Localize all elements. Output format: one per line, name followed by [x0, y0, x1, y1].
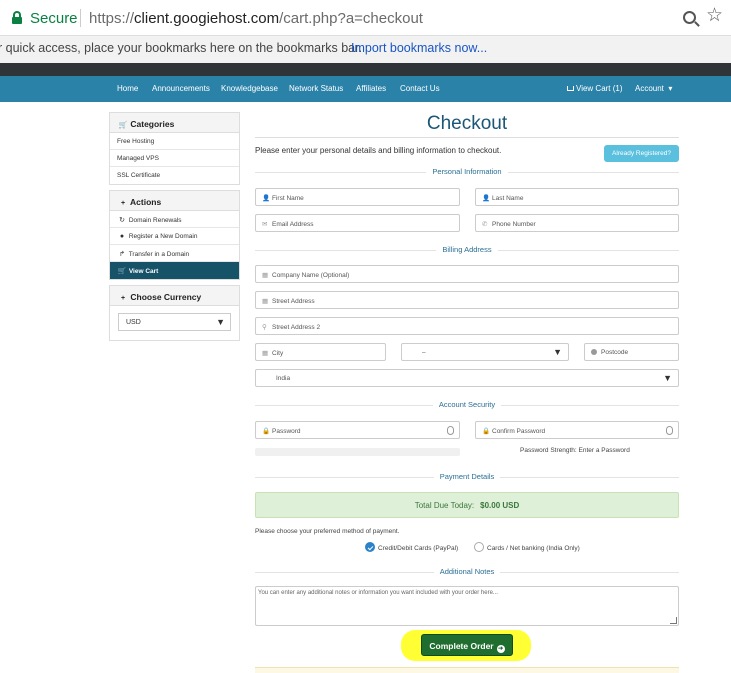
section-additional-notes: Additional Notes: [255, 567, 679, 577]
street-address-2-field[interactable]: ⚲ Street Address 2: [255, 317, 679, 335]
bottom-alert-box: [255, 667, 679, 673]
currency-panel: + Choose Currency USD ▼: [109, 285, 240, 341]
postcode-field[interactable]: Postcode: [584, 343, 679, 361]
envelope-icon: ✉: [262, 221, 268, 228]
password-strength-bar: [255, 448, 460, 456]
share-icon: ↱: [119, 251, 125, 258]
chevron-down-icon: ▼: [216, 317, 225, 327]
password-field[interactable]: 🔒 Password: [255, 421, 460, 439]
complete-order-button[interactable]: Complete Order ➜: [421, 634, 513, 656]
bookmarks-bar: r quick access, place your bookmarks her…: [0, 36, 731, 63]
globe-icon: ●: [119, 233, 125, 240]
plus-icon: +: [120, 200, 126, 207]
category-item[interactable]: Managed VPS: [110, 150, 239, 167]
action-domain-renewals[interactable]: ↻ Domain Renewals: [110, 211, 239, 228]
lock-icon: 🔒: [482, 428, 491, 435]
actions-header: + Actions: [110, 191, 239, 211]
radio-checked-icon[interactable]: [365, 542, 375, 552]
nav-account[interactable]: Account ▾: [635, 84, 672, 93]
nav-announcements[interactable]: Announcements: [152, 84, 210, 93]
user-icon: 👤: [482, 195, 491, 202]
company-field[interactable]: ▦ Company Name (Optional): [255, 265, 679, 283]
state-select[interactable]: – ▼: [401, 343, 569, 361]
category-item[interactable]: Free Hosting: [110, 133, 239, 150]
password-strength-text: Password Strength: Enter a Password: [520, 447, 630, 454]
total-label: Total Due Today:: [414, 501, 475, 510]
building-icon: ▦: [262, 298, 269, 305]
cart-icon: 🛒: [117, 268, 127, 275]
section-personal-info: Personal Information: [255, 167, 679, 177]
resize-handle-icon[interactable]: [670, 617, 677, 624]
categories-panel: 🛒 Categories Free Hosting Managed VPS SS…: [109, 112, 240, 185]
arrow-circle-right-icon: ➜: [496, 645, 505, 653]
key-icon[interactable]: [666, 426, 673, 435]
title-divider: [255, 137, 679, 138]
page-title: Checkout: [426, 113, 508, 134]
bookmark-star-icon[interactable]: ☆: [706, 6, 723, 25]
chevron-down-icon: ▼: [553, 347, 562, 357]
section-account-security: Account Security: [255, 400, 679, 410]
building-icon: ▦: [262, 272, 269, 279]
refresh-icon: ↻: [119, 217, 125, 224]
nav-knowledgebase[interactable]: Knowledgebase: [221, 84, 278, 93]
cart-icon: 🛒: [118, 122, 128, 129]
total-due-box: Total Due Today: $0.00 USD: [255, 492, 679, 518]
first-name-field[interactable]: 👤 First Name: [255, 188, 460, 206]
notes-textarea[interactable]: You can enter any additional notes or in…: [255, 586, 679, 626]
street-address-field[interactable]: ▦ Street Address: [255, 291, 679, 309]
top-header-strip: [0, 63, 731, 76]
chevron-down-icon: ▼: [663, 373, 672, 383]
last-name-field[interactable]: 👤 Last Name: [475, 188, 679, 206]
lock-icon: 🔒: [262, 428, 271, 435]
phone-field[interactable]: ✆ Phone Number: [475, 214, 679, 232]
url-text[interactable]: https://client.googiehost.com/cart.php?a…: [89, 10, 423, 27]
cart-icon: [567, 86, 574, 91]
payment-option-netbanking[interactable]: Cards / Net banking (India Only): [474, 542, 580, 552]
checkout-intro: Please enter your personal details and b…: [255, 146, 502, 155]
city-field[interactable]: ▦ City: [255, 343, 386, 361]
action-view-cart[interactable]: 🛒 View Cart: [110, 262, 239, 279]
import-bookmarks-link[interactable]: Import bookmarks now...: [351, 41, 487, 55]
section-payment-details: Payment Details: [255, 472, 679, 482]
key-icon[interactable]: [447, 426, 454, 435]
category-item[interactable]: SSL Certificate: [110, 167, 239, 184]
already-registered-button[interactable]: Already Registered?: [604, 145, 679, 162]
action-transfer-domain[interactable]: ↱ Transfer in a Domain: [110, 245, 239, 262]
zoom-icon[interactable]: [683, 11, 696, 24]
actions-panel: + Actions ↻ Domain Renewals ● Register a…: [109, 190, 240, 280]
section-billing-address: Billing Address: [255, 245, 679, 255]
browser-address-bar[interactable]: Secure https://client.googiehost.com/car…: [0, 0, 731, 36]
url-divider: [80, 9, 81, 27]
lock-icon: [12, 11, 22, 24]
user-icon: 👤: [262, 195, 271, 202]
currency-select[interactable]: USD ▼: [118, 313, 231, 331]
email-field[interactable]: ✉ Email Address: [255, 214, 460, 232]
map-marker-icon: ⚲: [262, 324, 267, 331]
payment-prompt: Please choose your preferred method of p…: [255, 528, 400, 535]
nav-affiliates[interactable]: Affiliates: [356, 84, 386, 93]
nav-contact[interactable]: Contact Us: [400, 84, 440, 93]
postcode-icon: [591, 349, 597, 355]
payment-option-paypal[interactable]: Credit/Debit Cards (PayPal): [365, 542, 458, 552]
bookmarks-hint: r quick access, place your bookmarks her…: [0, 41, 363, 55]
total-value: $0.00 USD: [480, 501, 520, 510]
plus-icon: +: [120, 295, 126, 302]
radio-unchecked-icon[interactable]: [474, 542, 484, 552]
nav-view-cart[interactable]: View Cart (1): [567, 84, 623, 93]
confirm-password-field[interactable]: 🔒 Confirm Password: [475, 421, 679, 439]
nav-home[interactable]: Home: [117, 84, 138, 93]
country-select[interactable]: India ▼: [255, 369, 679, 387]
nav-network-status[interactable]: Network Status: [289, 84, 343, 93]
building-icon: ▦: [262, 350, 269, 357]
categories-header: 🛒 Categories: [110, 113, 239, 133]
site-navbar: Home Announcements Knowledgebase Network…: [0, 76, 731, 102]
currency-header: + Choose Currency: [110, 286, 239, 306]
secure-label: Secure: [30, 10, 78, 27]
phone-icon: ✆: [482, 221, 488, 228]
action-register-domain[interactable]: ● Register a New Domain: [110, 228, 239, 245]
